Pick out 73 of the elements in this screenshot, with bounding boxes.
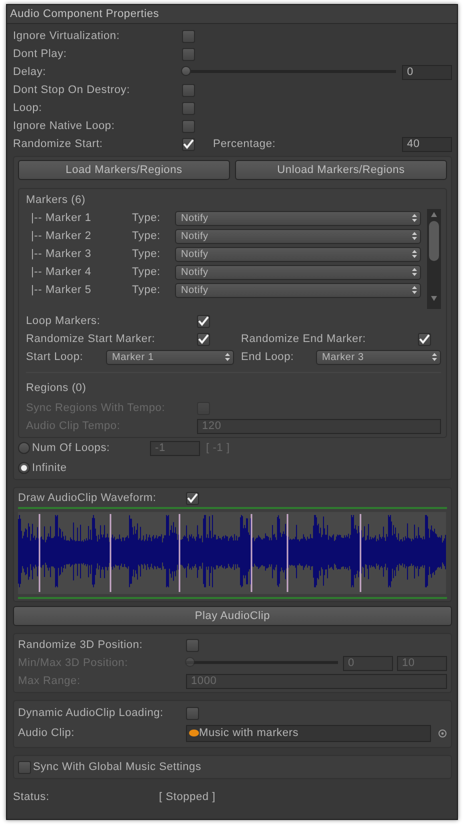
field-label: Randomize Start: [13,138,104,150]
field-label: Type: [132,212,162,224]
marker-name: |-- Marker 2 [30,230,92,242]
section-heading: Markers (6) [26,194,86,206]
field-label: Dynamic AudioClip Loading: [18,707,164,719]
target-icon[interactable] [438,728,447,738]
dropdown[interactable]: Notify [175,210,421,226]
checkbox[interactable] [182,138,195,150]
checkbox[interactable] [182,48,195,60]
section-heading: Regions (0) [26,382,86,394]
field-label: Start Loop: [26,351,84,363]
checkbox[interactable] [197,332,210,346]
checkbox[interactable] [186,638,199,652]
checkbox[interactable] [418,332,431,346]
dropdown-arrows-icon [225,353,230,361]
play-button[interactable]: Play AudioClip [13,606,452,626]
checkbox[interactable] [182,84,195,96]
checkbox[interactable] [186,492,199,504]
dropdown-arrows-icon [412,268,417,276]
field-label: Dont Play: [13,48,68,60]
marker-name: |-- Marker 4 [30,266,92,278]
field-label: End Loop: [241,351,295,363]
checkbox[interactable] [18,760,31,774]
marker-name: |-- Marker 1 [30,212,92,224]
field-label: Percentage: [213,138,277,150]
marker-name: |-- Marker 3 [30,248,92,260]
field-label: Ignore Native Loop: [13,120,116,132]
slider-thumb[interactable] [181,66,191,76]
audio-clip-icon [189,729,199,737]
field-label: Audio Clip: [18,727,76,739]
field-label: Status: [13,791,50,803]
input-field[interactable]: 40 [402,136,452,152]
load-button[interactable]: Load Markers/Regions [18,160,230,180]
dropdown-arrows-icon [412,214,417,222]
dropdown-arrows-icon [412,250,417,258]
field-label: Ignore Virtualization: [13,30,121,42]
checkbox[interactable] [182,120,195,132]
field-label: Randomize End Marker: [241,333,367,345]
field-label: Delay: [13,66,47,78]
panel-title: Audio Component Properties [7,5,457,24]
field-label: Draw AudioClip Waveform: [18,492,158,504]
field-label: Type: [132,284,162,296]
field-label: Sync With Global Music Settings [33,761,202,773]
field-label: Type: [132,230,162,242]
field-label: Type: [132,248,162,260]
load-button[interactable]: Unload Markers/Regions [235,160,447,180]
field-label: Type: [132,266,162,278]
checkbox[interactable] [197,314,210,328]
field-label: Randomize Start Marker: [26,333,156,345]
dropdown[interactable]: Notify [175,264,421,280]
checkbox[interactable] [182,30,195,42]
checkbox[interactable] [182,102,195,114]
dropdown[interactable]: Marker 1 [106,350,234,364]
field-label: Dont Stop On Destroy: [13,84,131,96]
checkbox[interactable] [186,706,199,720]
field-label: Loop Markers: [26,315,102,327]
scrollbar[interactable] [427,209,441,309]
marker-name: |-- Marker 5 [30,284,92,296]
radio-button[interactable] [18,462,30,474]
status-value: [ Stopped ] [159,791,216,803]
field-label: Num Of Loops: [32,442,111,454]
dropdown[interactable]: Notify [175,228,421,244]
input-field[interactable]: 0 [402,64,452,80]
field-label: Randomize 3D Position: [18,639,144,651]
dropdown-arrows-icon [412,286,417,294]
dropdown-arrows-icon [412,232,417,240]
dropdown[interactable]: Notify [175,282,421,298]
dropdown[interactable]: Marker 3 [316,350,441,364]
dropdown-arrows-icon [432,353,437,361]
field-label: Loop: [13,102,44,114]
dropdown[interactable]: Notify [175,246,421,262]
object-field[interactable]: Music with markers [186,724,431,742]
field-label: Infinite [32,462,67,474]
